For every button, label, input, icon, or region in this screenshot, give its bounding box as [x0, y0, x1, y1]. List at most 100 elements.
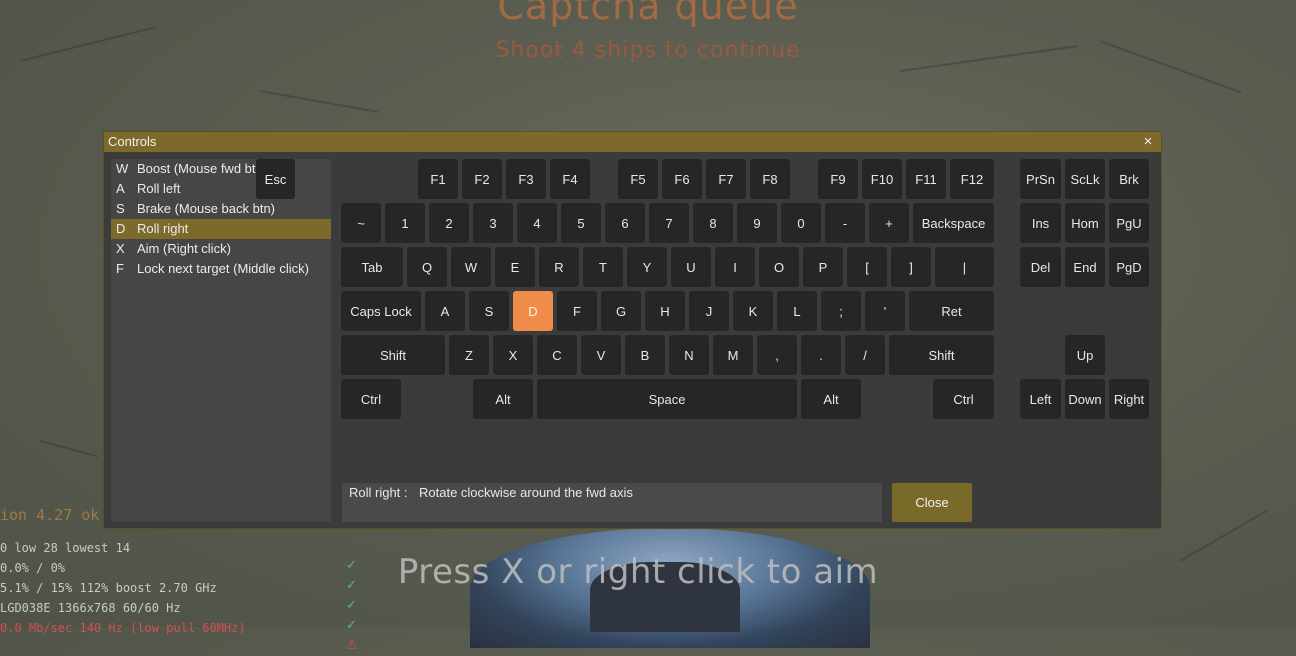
key-page-up[interactable]: PgU: [1109, 203, 1149, 243]
key-quote[interactable]: ': [865, 291, 905, 331]
key-0[interactable]: 0: [781, 203, 821, 243]
key-space[interactable]: Space: [537, 379, 797, 419]
key-f8[interactable]: F8: [750, 159, 790, 199]
binding-item-s[interactable]: S Brake (Mouse back btn): [111, 199, 331, 219]
key-l[interactable]: L: [777, 291, 817, 331]
binding-item-a[interactable]: A Roll left: [111, 179, 331, 199]
binding-item-f[interactable]: F Lock next target (Middle click): [111, 259, 331, 279]
key-ctrl-right[interactable]: Ctrl: [933, 379, 994, 419]
hud-version: ion 4.27 ok: [0, 506, 100, 524]
binding-action: Aim (Right click): [137, 241, 231, 256]
close-button[interactable]: Close: [892, 483, 972, 522]
key-x[interactable]: X: [493, 335, 533, 375]
key-arrow-down[interactable]: Down: [1065, 379, 1105, 419]
key-f[interactable]: F: [557, 291, 597, 331]
key-delete[interactable]: Del: [1020, 247, 1061, 287]
key-v[interactable]: V: [581, 335, 621, 375]
key-1[interactable]: 1: [385, 203, 425, 243]
key-end[interactable]: End: [1065, 247, 1105, 287]
key-9[interactable]: 9: [737, 203, 777, 243]
key-alt-right[interactable]: Alt: [801, 379, 861, 419]
key-shift-left[interactable]: Shift: [341, 335, 445, 375]
check-icon: ✓: [346, 598, 357, 613]
binding-list: W Boost (Mouse fwd btn) A Roll left S Br…: [111, 159, 331, 522]
key-f2[interactable]: F2: [462, 159, 502, 199]
key-break[interactable]: Brk: [1109, 159, 1149, 199]
key-y[interactable]: Y: [627, 247, 667, 287]
key-w[interactable]: W: [451, 247, 491, 287]
key-6[interactable]: 6: [605, 203, 645, 243]
key-p[interactable]: P: [803, 247, 843, 287]
key-esc[interactable]: Esc: [256, 159, 295, 199]
key-minus[interactable]: -: [825, 203, 865, 243]
key-4[interactable]: 4: [517, 203, 557, 243]
key-b[interactable]: B: [625, 335, 665, 375]
key-f3[interactable]: F3: [506, 159, 546, 199]
key-t[interactable]: T: [583, 247, 623, 287]
key-tab[interactable]: Tab: [341, 247, 403, 287]
key-n[interactable]: N: [669, 335, 709, 375]
key-return[interactable]: Ret: [909, 291, 994, 331]
key-slash[interactable]: /: [845, 335, 885, 375]
key-f1[interactable]: F1: [418, 159, 458, 199]
key-arrow-up[interactable]: Up: [1065, 335, 1105, 375]
key-q[interactable]: Q: [407, 247, 447, 287]
binding-item-d[interactable]: D Roll right: [111, 219, 331, 239]
key-a[interactable]: A: [425, 291, 465, 331]
key-page-down[interactable]: PgD: [1109, 247, 1149, 287]
binding-item-w[interactable]: W Boost (Mouse fwd btn): [111, 159, 331, 179]
key-pipe[interactable]: |: [935, 247, 994, 287]
key-e[interactable]: E: [495, 247, 535, 287]
key-g[interactable]: G: [601, 291, 641, 331]
key-home[interactable]: Hom: [1065, 203, 1105, 243]
key-ctrl-left[interactable]: Ctrl: [341, 379, 401, 419]
key-backspace[interactable]: Backspace: [913, 203, 994, 243]
key-f12[interactable]: F12: [950, 159, 994, 199]
binding-key: X: [116, 241, 125, 256]
key-arrow-right[interactable]: Right: [1109, 379, 1149, 419]
key-3[interactable]: 3: [473, 203, 513, 243]
key-f9[interactable]: F9: [818, 159, 858, 199]
key-s[interactable]: S: [469, 291, 509, 331]
key-semicolon[interactable]: ;: [821, 291, 861, 331]
key-d[interactable]: D: [513, 291, 553, 331]
key-j[interactable]: J: [689, 291, 729, 331]
key-comma[interactable]: ,: [757, 335, 797, 375]
key-print-screen[interactable]: PrSn: [1020, 159, 1061, 199]
key-period[interactable]: .: [801, 335, 841, 375]
binding-key: D: [116, 221, 126, 236]
key-f7[interactable]: F7: [706, 159, 746, 199]
key-z[interactable]: Z: [449, 335, 489, 375]
hud-subtitle: Shoot 4 ships to continue: [495, 38, 801, 63]
window-titlebar[interactable]: Controls ×: [104, 132, 1161, 152]
key-bracket-right[interactable]: ]: [891, 247, 931, 287]
key-caps-lock[interactable]: Caps Lock: [341, 291, 421, 331]
key-insert[interactable]: Ins: [1020, 203, 1061, 243]
key-alt-left[interactable]: Alt: [473, 379, 533, 419]
key-c[interactable]: C: [537, 335, 577, 375]
key-u[interactable]: U: [671, 247, 711, 287]
key-arrow-left[interactable]: Left: [1020, 379, 1061, 419]
close-icon[interactable]: ×: [1141, 132, 1155, 152]
key-5[interactable]: 5: [561, 203, 601, 243]
key-o[interactable]: O: [759, 247, 799, 287]
key-k[interactable]: K: [733, 291, 773, 331]
key-f11[interactable]: F11: [906, 159, 946, 199]
binding-item-x[interactable]: X Aim (Right click): [111, 239, 331, 259]
key-i[interactable]: I: [715, 247, 755, 287]
key-2[interactable]: 2: [429, 203, 469, 243]
key-h[interactable]: H: [645, 291, 685, 331]
key-r[interactable]: R: [539, 247, 579, 287]
key-7[interactable]: 7: [649, 203, 689, 243]
key-plus[interactable]: +: [869, 203, 909, 243]
key-scroll-lock[interactable]: ScLk: [1065, 159, 1105, 199]
key-tilde[interactable]: ~: [341, 203, 381, 243]
key-f5[interactable]: F5: [618, 159, 658, 199]
key-8[interactable]: 8: [693, 203, 733, 243]
key-f6[interactable]: F6: [662, 159, 702, 199]
key-shift-right[interactable]: Shift: [889, 335, 994, 375]
key-bracket-left[interactable]: [: [847, 247, 887, 287]
key-f10[interactable]: F10: [862, 159, 902, 199]
key-m[interactable]: M: [713, 335, 753, 375]
key-f4[interactable]: F4: [550, 159, 590, 199]
